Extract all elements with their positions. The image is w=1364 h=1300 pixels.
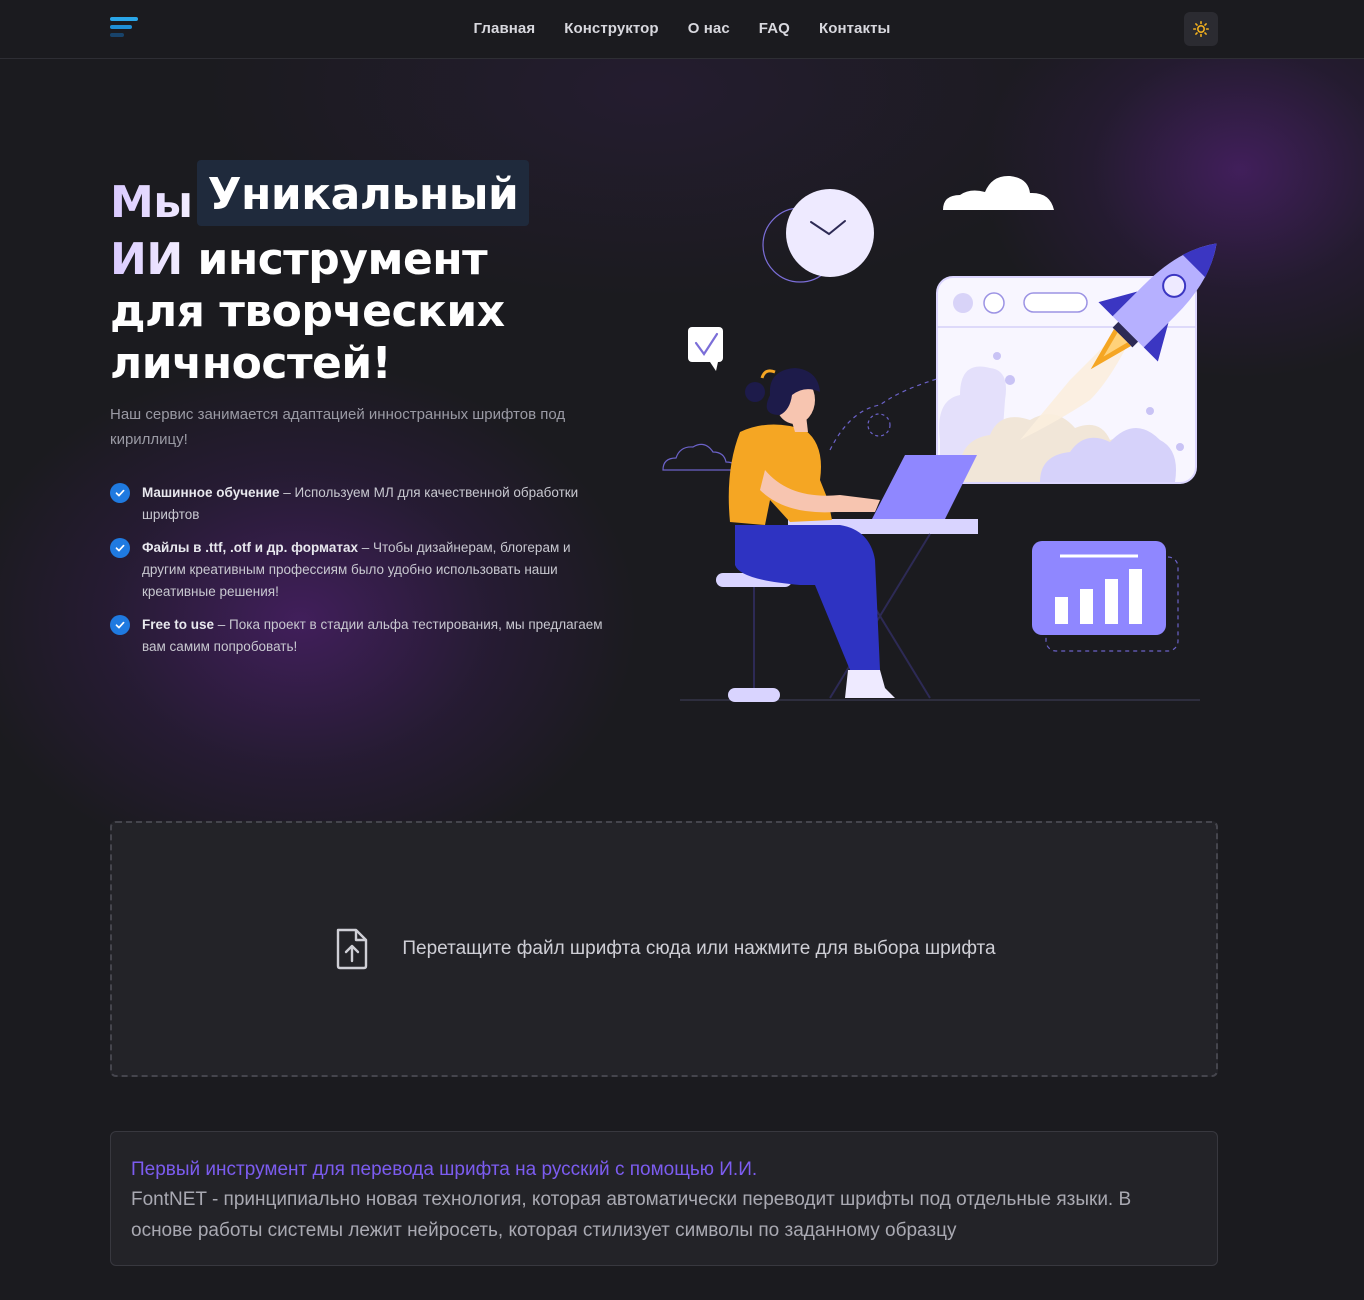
info-text: FontNET - принципиально новая технология… [131,1189,1132,1241]
hero-title: Мы Уникальный ИИ инструмент для творчески… [110,160,610,390]
feature-item: Машинное обучение – Используем МЛ для ка… [110,482,610,526]
nav-link-about[interactable]: О нас [688,20,730,37]
info-card: Первый инструмент для перевода шрифта на… [110,1131,1218,1266]
cloud-shape [943,175,1054,210]
theme-toggle-button[interactable] [1184,12,1218,46]
hero-title-highlight: Уникальный [196,160,530,226]
dropzone-text: Перетащите файл шрифта сюда или нажмите … [402,938,996,959]
hero-title-line: личностей! [110,338,392,389]
nav-link-faq[interactable]: FAQ [759,20,790,37]
hero-title-line: для творческих [110,286,505,337]
nav-link-home[interactable]: Главная [474,20,536,37]
hero-subtitle: Наш сервис занимается адаптацией инностр… [110,406,566,448]
hero-title-word: Мы [110,168,193,238]
hero-title-word: ИИ [110,234,183,285]
check-icon [110,483,130,503]
file-upload-icon [337,928,368,970]
hero-title-word: инструмент [197,234,488,285]
check-icon [110,538,130,558]
main-nav: Главная Конструктор О нас FAQ Контакты [0,20,1364,37]
person-shape [735,525,880,670]
font-dropzone[interactable]: Перетащите файл шрифта сюда или нажмите … [110,821,1218,1077]
chat-check-shape [688,327,723,362]
sun-icon [1193,21,1209,37]
nav-link-constructor[interactable]: Конструктор [564,20,658,37]
hero-illustration [662,175,1217,702]
feature-title: Файлы в .ttf, .otf и др. форматах [142,540,358,555]
check-icon [110,615,130,635]
feature-item: Файлы в .ttf, .otf и др. форматах – Чтоб… [110,537,610,603]
feature-item: Free to use – Пока проект в стадии альфа… [110,614,610,658]
feature-title: Машинное обучение [142,485,280,500]
navbar: Главная Конструктор О нас FAQ Контакты [0,0,1364,59]
info-title: Первый инструмент для перевода шрифта на… [131,1159,758,1180]
nav-link-contacts[interactable]: Контакты [819,20,891,37]
feature-title: Free to use [142,617,215,632]
page: Главная Конструктор О нас FAQ Контакты М… [0,0,1364,1300]
feature-list: Машинное обучение – Используем МЛ для ка… [110,482,610,669]
